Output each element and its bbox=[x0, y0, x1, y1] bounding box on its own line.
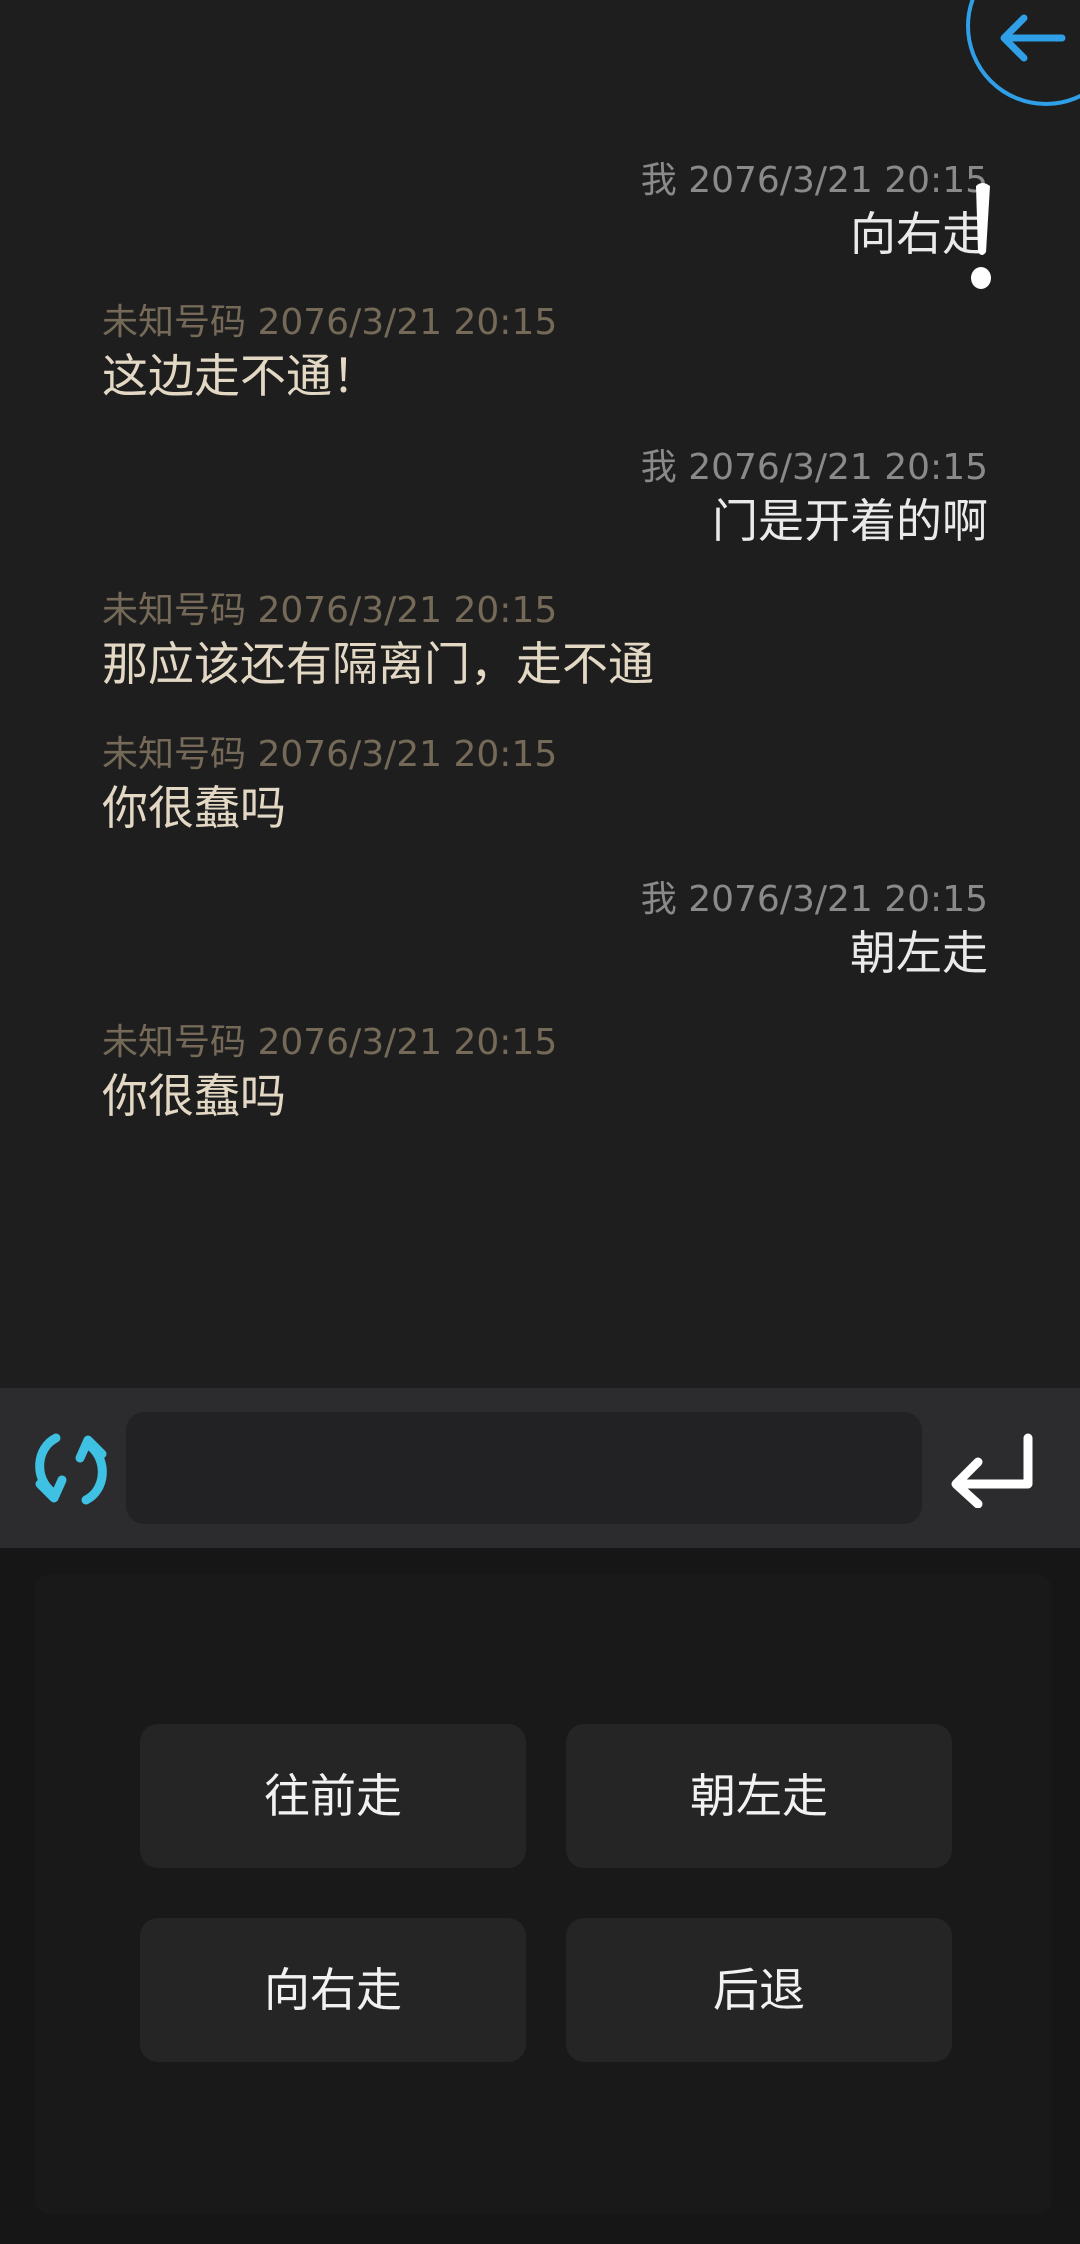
option-go-back-button[interactable]: 后退 bbox=[566, 1918, 952, 2062]
enter-return-icon[interactable] bbox=[948, 1432, 1040, 1508]
message-text: 那应该还有隔离门，走不通 bbox=[102, 637, 654, 691]
message-meta: 我 2076/3/21 20:15 bbox=[640, 160, 988, 201]
message-text: 你很蠢吗 bbox=[102, 1069, 286, 1123]
choice-panel: 往前走 朝左走 向右走 后退 bbox=[34, 1574, 1052, 2214]
message-text: 朝左走 bbox=[850, 926, 988, 980]
arrow-left-icon bbox=[1000, 14, 1066, 62]
message-text: 你很蠢吗 bbox=[102, 781, 286, 835]
message-meta: 未知号码 2076/3/21 20:15 bbox=[102, 734, 558, 775]
message-meta: 我 2076/3/21 20:15 bbox=[640, 879, 988, 920]
option-go-forward-button[interactable]: 往前走 bbox=[140, 1724, 526, 1868]
message-text: 这边走不通！ bbox=[102, 349, 378, 403]
message-other: 未知号码 2076/3/21 20:15 你很蠢吗 bbox=[102, 732, 557, 838]
message-me: 我 2076/3/21 20:15 门是开着的啊 bbox=[641, 445, 988, 551]
message-meta: 我 2076/3/21 20:15 bbox=[640, 447, 988, 488]
message-text: 向右走 bbox=[850, 207, 988, 261]
chat-history: 我 2076/3/21 20:15 向右走 未知号码 2076/3/21 20:… bbox=[0, 0, 1080, 1388]
message-me: 我 2076/3/21 20:15 朝左走 bbox=[641, 877, 988, 983]
message-meta: 未知号码 2076/3/21 20:15 bbox=[102, 590, 558, 631]
message-me: 我 2076/3/21 20:15 向右走 bbox=[641, 158, 988, 264]
message-meta: 未知号码 2076/3/21 20:15 bbox=[102, 1022, 558, 1063]
message-input[interactable] bbox=[126, 1412, 922, 1524]
message-text: 门是开着的啊 bbox=[712, 494, 988, 548]
message-meta: 未知号码 2076/3/21 20:15 bbox=[102, 302, 558, 343]
message-other: 未知号码 2076/3/21 20:15 这边走不通！ bbox=[102, 300, 557, 406]
message-other: 未知号码 2076/3/21 20:15 你很蠢吗 bbox=[102, 1020, 557, 1126]
input-bar bbox=[0, 1388, 1080, 1548]
option-go-right-button[interactable]: 向右走 bbox=[140, 1918, 526, 2062]
refresh-icon[interactable] bbox=[26, 1426, 116, 1512]
option-go-left-button[interactable]: 朝左走 bbox=[566, 1724, 952, 1868]
exclamation-icon bbox=[971, 183, 991, 289]
message-other: 未知号码 2076/3/21 20:15 那应该还有隔离门，走不通 bbox=[102, 588, 654, 694]
